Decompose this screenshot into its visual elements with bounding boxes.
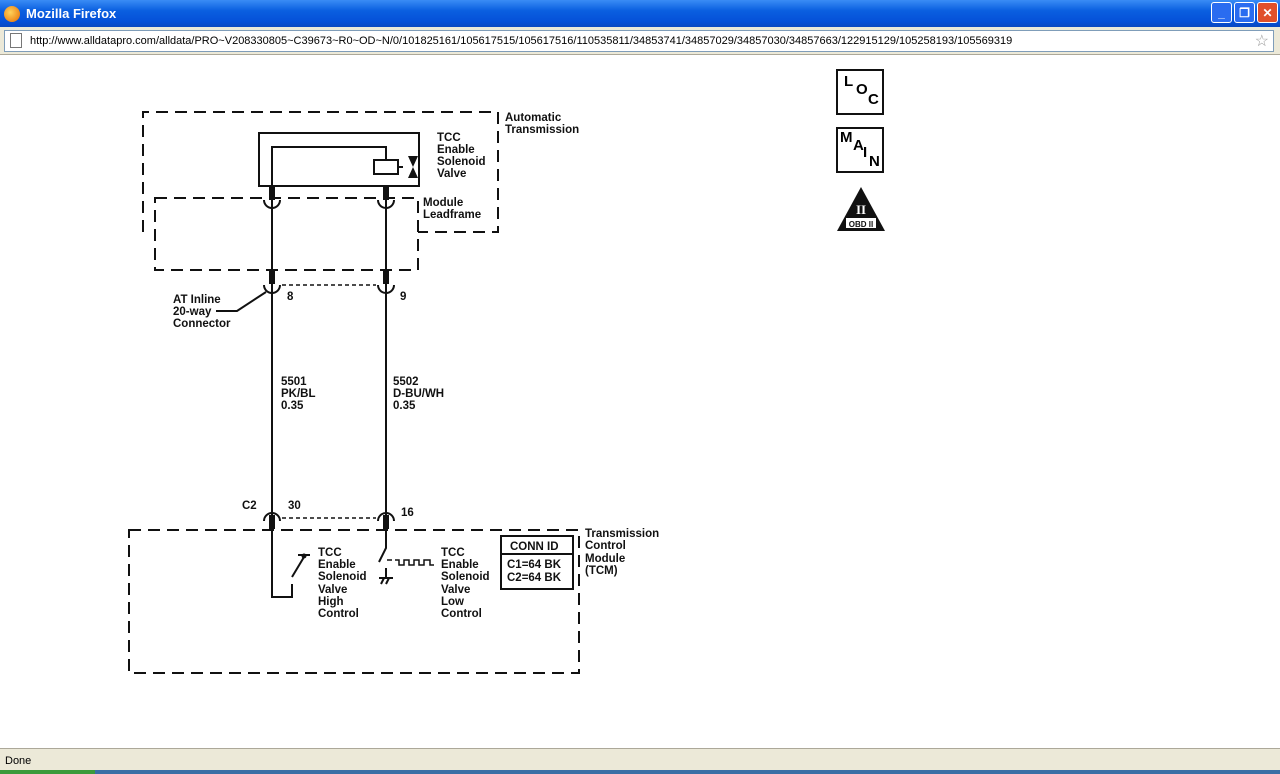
diagram-line — [383, 186, 389, 200]
leadframe-terminal-icon — [263, 199, 395, 209]
module-leadframe-boundary — [154, 197, 419, 271]
conn-id-row: C1=64 BK — [507, 559, 562, 571]
status-text: Done — [5, 755, 32, 767]
valve-icon — [408, 156, 418, 178]
diagram-label: Automatic — [505, 112, 562, 124]
diagram-label: Transmission — [505, 124, 579, 136]
wiring-diagram: Automatic Transmission TCC Enable Soleno… — [128, 111, 659, 674]
connector-c2-label: C2 — [242, 500, 257, 512]
diagram-label: 20-way — [173, 306, 212, 318]
diagram-label: Connector — [173, 318, 231, 330]
diagram-label: 5502 — [393, 376, 419, 388]
diagram-label: (TCM) — [585, 565, 618, 577]
diagram-line — [216, 291, 267, 312]
diagram-label: 5501 — [281, 376, 307, 388]
diagram-label: TCC — [318, 547, 342, 559]
low-control-label: TCC Enable Solenoid Valve Low Control — [441, 547, 490, 620]
high-side-switch-icon — [271, 529, 310, 598]
pwm-signal-icon — [387, 559, 434, 566]
diagram-label: D-BU/WH — [393, 388, 444, 400]
diagram-label: Enable — [318, 559, 356, 571]
diagram-label: Control — [318, 608, 359, 620]
diagram-line — [271, 146, 387, 186]
diagram-label: Leadframe — [423, 209, 481, 221]
diagram-label: Module — [585, 553, 625, 565]
diagram-label: Control — [585, 540, 626, 552]
diagram-line — [383, 515, 389, 529]
conn-id-title: CONN ID — [510, 541, 559, 553]
tcm-connector-terminal-icon — [263, 512, 395, 522]
diagram-label: Solenoid — [441, 571, 490, 583]
diagram-label: Control — [441, 608, 482, 620]
diagram-line — [269, 186, 275, 200]
tcm-label: Transmission Control Module (TCM) — [585, 528, 659, 577]
diagram-label: Enable — [437, 144, 475, 156]
diagram-label: PK/BL — [281, 388, 316, 400]
pin-16-label: 16 — [401, 507, 414, 519]
diagram-line — [269, 515, 275, 529]
diagram-label: Low — [441, 596, 464, 608]
diagram-label: Valve — [441, 584, 470, 596]
solenoid-label: TCC Enable Solenoid Valve — [437, 132, 486, 180]
inline-connector-terminal-icon — [263, 284, 395, 294]
pin-8-label: 8 — [287, 291, 294, 303]
low-side-switch-ground-icon — [378, 529, 393, 585]
solenoid-coil-icon — [373, 159, 399, 175]
diagram-label: AT Inline — [173, 294, 221, 306]
diagram-label: 0.35 — [281, 400, 304, 412]
wire-5501-label: 5501 PK/BL 0.35 — [281, 376, 316, 412]
leadframe-label: Module Leadframe — [423, 197, 481, 221]
diagram-label: High — [318, 596, 344, 608]
diagram-line — [383, 270, 389, 284]
diagram-label: Transmission — [585, 528, 659, 540]
diagram-label: Enable — [441, 559, 479, 571]
pin-30-label: 30 — [288, 500, 301, 512]
conn-id-row: C2=64 BK — [507, 572, 562, 584]
wire-5502-label: 5502 D-BU/WH 0.35 — [393, 376, 444, 412]
automatic-transmission-label: Automatic Transmission — [505, 112, 579, 136]
diagram-label: TCC — [441, 547, 465, 559]
diagram-label: Solenoid — [437, 156, 486, 168]
diagram-line — [269, 270, 275, 284]
diagram-label: Valve — [318, 584, 347, 596]
diagram-label: Valve — [437, 168, 466, 180]
diagram-line — [301, 553, 307, 559]
diagram-label: 0.35 — [393, 400, 416, 412]
status-bar: Done — [0, 748, 1280, 774]
diagram-label: Solenoid — [318, 571, 367, 583]
high-control-label: TCC Enable Solenoid Valve High Control — [318, 547, 367, 620]
diagram-label: TCC — [437, 132, 461, 144]
diagram-label: Module — [423, 197, 463, 209]
pin-9-label: 9 — [400, 291, 406, 303]
